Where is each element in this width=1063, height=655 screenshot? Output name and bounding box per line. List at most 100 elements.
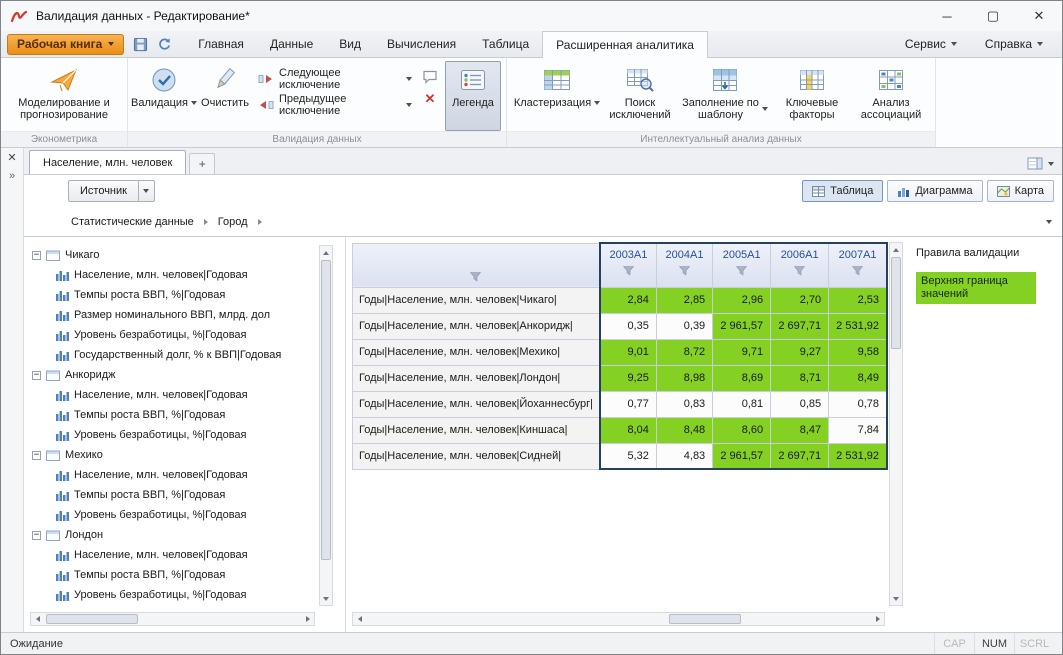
data-cell[interactable]: 8,98	[656, 365, 712, 391]
remove-validation-button[interactable]: ✕	[425, 92, 436, 105]
scroll-up-icon[interactable]	[320, 246, 332, 259]
next-exception-button[interactable]: Следующее исключение	[255, 68, 415, 89]
legend-button[interactable]: Легенда	[445, 61, 501, 131]
scrollbar-thumb[interactable]	[46, 614, 138, 624]
data-cell[interactable]: 2 961,57	[713, 443, 771, 469]
pattern-fill-button[interactable]: Заполнение по шаблону	[678, 61, 772, 131]
table-corner-header[interactable]	[353, 243, 600, 287]
scroll-left-icon[interactable]	[353, 613, 366, 625]
data-cell[interactable]: 8,48	[656, 417, 712, 443]
data-cell[interactable]: 2,70	[771, 287, 829, 313]
column-header-2003[interactable]: 2003A1	[600, 243, 656, 287]
layout-panel-icon[interactable]	[1027, 157, 1043, 170]
scrollbar-thumb[interactable]	[669, 614, 741, 624]
tree-leaf[interactable]: Население, млн. человек|Годовая	[32, 465, 315, 485]
breadcrumb-dropdown-icon[interactable]	[1046, 220, 1052, 224]
data-cell[interactable]: 7,84	[829, 417, 887, 443]
column-header-2005[interactable]: 2005A1	[713, 243, 771, 287]
data-cell[interactable]: 8,60	[713, 417, 771, 443]
tree-vertical-scrollbar[interactable]	[319, 245, 333, 606]
tab-calculations[interactable]: Вычисления	[374, 31, 469, 58]
scroll-left-icon[interactable]	[31, 613, 44, 625]
data-cell[interactable]: 9,25	[600, 365, 656, 391]
row-header[interactable]: Годы|Население, млн. человек|Мехико|	[353, 339, 600, 365]
filter-funnel-icon[interactable]	[623, 266, 634, 276]
scrollbar-thumb[interactable]	[891, 257, 901, 349]
close-button[interactable]: ✕	[1016, 1, 1062, 31]
scroll-right-icon[interactable]	[871, 613, 884, 625]
comment-bubble-button[interactable]	[422, 70, 438, 84]
chevron-down-icon[interactable]	[1048, 162, 1054, 166]
data-cell[interactable]: 8,72	[656, 339, 712, 365]
refresh-button[interactable]	[153, 34, 175, 54]
outlier-search-button[interactable]: Поиск исключений	[604, 61, 676, 131]
data-cell[interactable]: 2,53	[829, 287, 887, 313]
tree-leaf[interactable]: Уровень безработицы, %|Годовая	[32, 585, 315, 605]
data-cell[interactable]: 8,71	[771, 365, 829, 391]
data-cell[interactable]: 2,84	[600, 287, 656, 313]
source-dropdown[interactable]	[138, 181, 154, 201]
clear-button[interactable]: Очистить	[197, 61, 253, 131]
tree-leaf[interactable]: Уровень безработицы, %|Годовая	[32, 325, 315, 345]
scroll-up-icon[interactable]	[890, 243, 902, 256]
data-cell[interactable]: 9,71	[713, 339, 771, 365]
data-cell[interactable]: 0,78	[829, 391, 887, 417]
expand-panel-icon[interactable]: »	[9, 171, 15, 182]
data-cell[interactable]: 0,85	[771, 391, 829, 417]
tab-advanced-analytics[interactable]: Расширенная аналитика	[542, 31, 708, 59]
data-cell[interactable]: 0,35	[600, 313, 656, 339]
scrollbar-thumb[interactable]	[321, 260, 331, 560]
scroll-down-icon[interactable]	[320, 592, 332, 605]
row-header[interactable]: Годы|Население, млн. человек|Йоханнесбур…	[353, 391, 600, 417]
menu-service[interactable]: Сервис	[892, 37, 970, 51]
data-cell[interactable]: 2 531,92	[829, 443, 887, 469]
tree-leaf[interactable]: Уровень безработицы, %|Годовая	[32, 425, 315, 445]
data-cell[interactable]: 4,83	[656, 443, 712, 469]
view-table-button[interactable]: Таблица	[802, 180, 883, 202]
collapse-node-icon[interactable]: −	[32, 451, 41, 460]
tree-folder-london[interactable]: − Лондон	[32, 525, 315, 545]
data-cell[interactable]: 0,81	[713, 391, 771, 417]
document-tab-population[interactable]: Население, млн. человек	[29, 150, 186, 174]
tree-folder-mexico[interactable]: − Мехико	[32, 445, 315, 465]
tree-leaf[interactable]: Темпы роста ВВП, %|Годовая	[32, 405, 315, 425]
row-header[interactable]: Годы|Население, млн. человек|Киншаса|	[353, 417, 600, 443]
tree-horizontal-scrollbar[interactable]	[30, 612, 315, 626]
breadcrumb-statistical-data[interactable]: Статистические данные	[68, 214, 197, 230]
tree-leaf[interactable]: Население, млн. человек|Годовая	[32, 385, 315, 405]
new-tab-button[interactable]: +	[189, 153, 215, 174]
data-cell[interactable]: 0,77	[600, 391, 656, 417]
column-header-2007[interactable]: 2007A1	[829, 243, 887, 287]
data-cell[interactable]: 2,85	[656, 287, 712, 313]
data-cell[interactable]: 5,32	[600, 443, 656, 469]
row-header[interactable]: Годы|Население, млн. человек|Чикаго|	[353, 287, 600, 313]
breadcrumb-city[interactable]: Город	[215, 214, 251, 230]
data-cell[interactable]: 0,83	[656, 391, 712, 417]
modeling-forecasting-button[interactable]: Моделирование и прогнозирование	[6, 61, 122, 131]
view-map-button[interactable]: Карта	[987, 180, 1054, 202]
scroll-right-icon[interactable]	[301, 613, 314, 625]
validation-button[interactable]: Валидация	[133, 61, 195, 131]
tree-leaf[interactable]: Население, млн. человек|Годовая	[32, 545, 315, 565]
maximize-button[interactable]: ▢	[970, 1, 1016, 31]
filter-funnel-icon[interactable]	[679, 266, 690, 276]
tab-data[interactable]: Данные	[257, 31, 326, 58]
filter-funnel-icon[interactable]	[794, 266, 805, 276]
tab-table[interactable]: Таблица	[469, 31, 542, 58]
table-horizontal-scrollbar[interactable]	[352, 612, 885, 626]
row-header[interactable]: Годы|Население, млн. человек|Сидней|	[353, 443, 600, 469]
clustering-button[interactable]: Кластеризация	[512, 61, 602, 131]
data-cell[interactable]: 9,01	[600, 339, 656, 365]
data-cell[interactable]: 8,69	[713, 365, 771, 391]
tree-leaf[interactable]: Темпы роста ВВП, %|Годовая	[32, 485, 315, 505]
association-analysis-button[interactable]: Анализ ассоциаций	[852, 61, 930, 131]
table-vertical-scrollbar[interactable]	[889, 242, 903, 606]
filter-funnel-icon[interactable]	[736, 266, 747, 276]
data-cell[interactable]: 2 697,71	[771, 443, 829, 469]
row-header[interactable]: Годы|Население, млн. человек|Лондон|	[353, 365, 600, 391]
row-header[interactable]: Годы|Население, млн. человек|Анкоридж|	[353, 313, 600, 339]
tree-leaf[interactable]: Население, млн. человек|Годовая	[32, 265, 315, 285]
tree-leaf[interactable]: Темпы роста ВВП, %|Годовая	[32, 285, 315, 305]
workbook-menu-button[interactable]: Рабочая книга	[7, 34, 124, 55]
scroll-down-icon[interactable]	[890, 592, 902, 605]
